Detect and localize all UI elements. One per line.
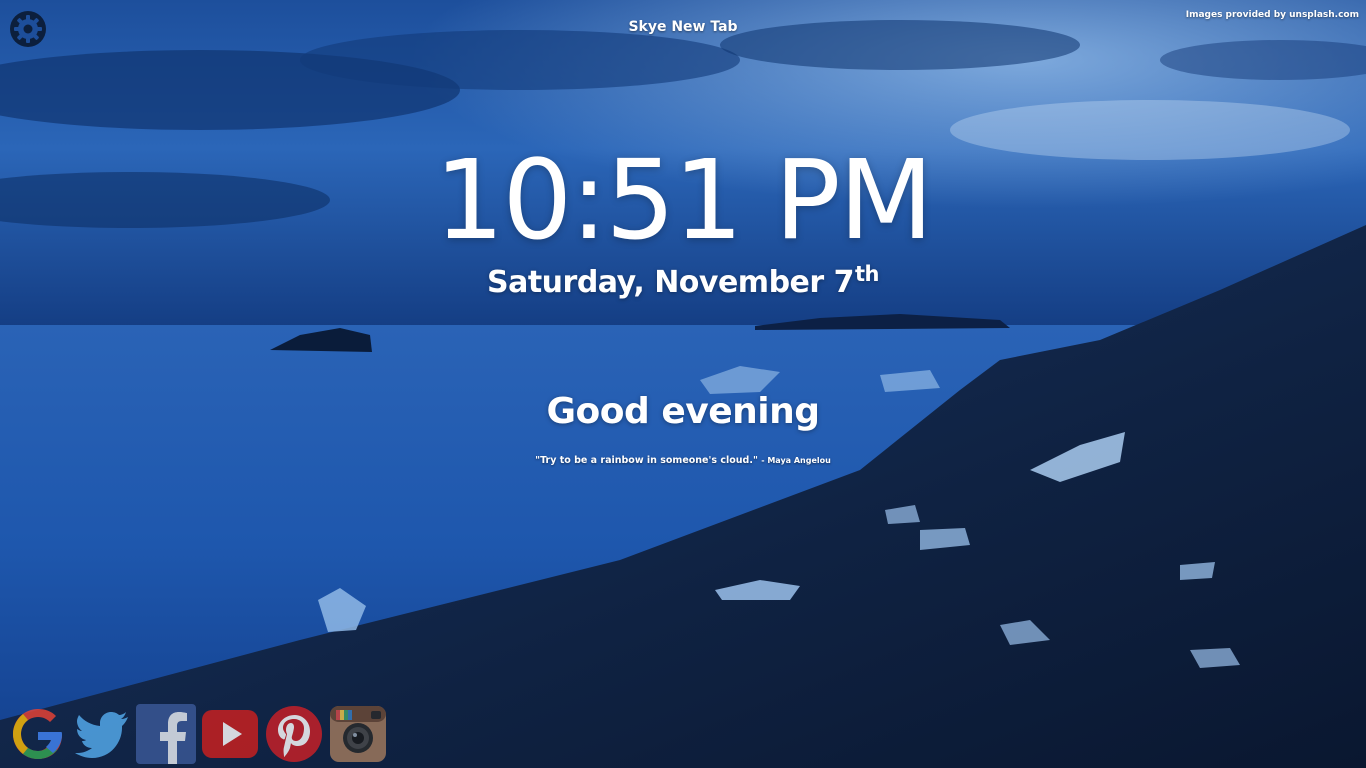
unsplash-credit-link[interactable]: Images provided by unsplash.com <box>1186 10 1359 20</box>
google-icon <box>13 709 62 759</box>
pinterest-link[interactable] <box>264 704 324 764</box>
greeting-text: Good evening <box>546 391 820 432</box>
instagram-link[interactable] <box>328 704 388 764</box>
date-text: Saturday, November 7 <box>486 265 855 300</box>
google-link[interactable] <box>8 704 68 764</box>
pinterest-icon <box>266 706 322 762</box>
twitter-link[interactable] <box>72 704 132 764</box>
quote-text: "Try to be a rainbow in someone's cloud.… <box>535 455 758 466</box>
quote-author: - Maya Angelou <box>761 456 831 465</box>
quote: "Try to be a rainbow in someone's cloud.… <box>0 455 1366 466</box>
twitter-icon <box>75 712 128 758</box>
youtube-icon <box>202 710 258 758</box>
youtube-link[interactable] <box>200 704 260 764</box>
date-display: Saturday, November 7th <box>0 262 1366 300</box>
facebook-icon <box>136 704 196 764</box>
facebook-link[interactable] <box>136 704 196 764</box>
instagram-icon <box>330 706 386 762</box>
image-credit: Images provided by unsplash.com <box>1186 10 1359 20</box>
new-tab-page: Skye New Tab Images provided by unsplash… <box>0 0 1366 768</box>
clock-time: 10:51 PM <box>434 136 933 264</box>
background-image <box>0 0 1366 768</box>
app-title: Skye New Tab <box>628 19 738 35</box>
date-ordinal-suffix: th <box>855 262 880 286</box>
quick-links-bar <box>8 704 388 764</box>
